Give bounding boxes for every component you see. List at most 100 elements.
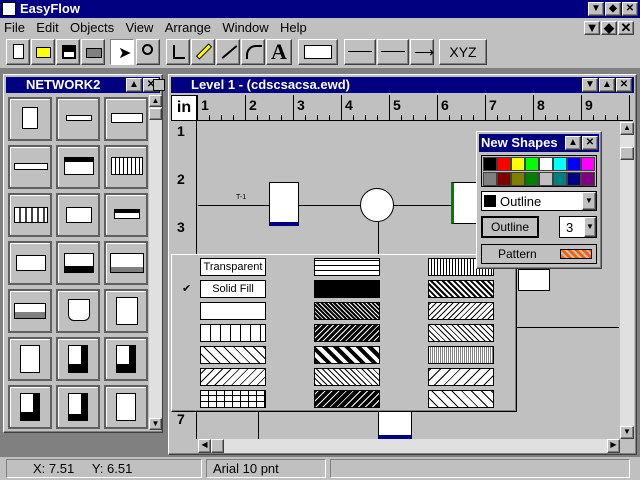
text-tool[interactable]: A bbox=[266, 39, 292, 65]
pattern-brick[interactable] bbox=[314, 258, 380, 276]
palette-shape[interactable] bbox=[56, 97, 100, 141]
pencil-tool[interactable] bbox=[191, 39, 215, 65]
color-swatch[interactable] bbox=[497, 172, 511, 186]
palette-shape[interactable] bbox=[104, 241, 148, 285]
connector-tool[interactable] bbox=[166, 39, 190, 65]
outline-select[interactable]: Outline ▼ bbox=[481, 191, 597, 211]
line-arrow-tool[interactable] bbox=[216, 39, 240, 65]
dropdown-arrow-icon[interactable]: ▼ bbox=[582, 192, 596, 210]
open-button[interactable] bbox=[31, 39, 55, 65]
restore-button[interactable]: ◆ bbox=[605, 2, 621, 16]
pattern-diagonal-fine[interactable] bbox=[200, 368, 266, 386]
xyz-button[interactable]: XYZ bbox=[439, 39, 487, 65]
color-swatch[interactable] bbox=[539, 157, 553, 171]
shape-box-button[interactable] bbox=[298, 39, 338, 65]
pointer-tool[interactable]: ➤ bbox=[110, 39, 134, 65]
canvas-box[interactable] bbox=[518, 269, 550, 291]
dropdown-arrow-icon[interactable]: ▼ bbox=[584, 217, 596, 237]
curve-tool[interactable] bbox=[241, 39, 265, 65]
vertical-scrollbar[interactable]: ▲ ▼ bbox=[620, 122, 634, 439]
scroll-up-button[interactable]: ▲ bbox=[620, 122, 634, 135]
color-swatch[interactable] bbox=[497, 157, 511, 171]
outline-button[interactable]: Outline bbox=[481, 216, 539, 238]
horizontal-scrollbar[interactable]: ◀ ▶ bbox=[198, 439, 620, 453]
menu-objects[interactable]: Objects bbox=[70, 20, 114, 35]
doc-restore-button[interactable]: ◆ bbox=[601, 21, 617, 35]
transparent-option[interactable]: Transparent bbox=[200, 258, 266, 276]
color-swatch[interactable] bbox=[525, 157, 539, 171]
palette-shape[interactable] bbox=[104, 337, 148, 381]
palette-shape[interactable] bbox=[104, 385, 148, 429]
line-style-button-1[interactable] bbox=[344, 39, 376, 65]
save-button[interactable] bbox=[56, 39, 80, 65]
palette-shape[interactable] bbox=[8, 241, 52, 285]
palette-scrollbar[interactable]: ▲ ▼ bbox=[149, 95, 162, 430]
ellipse-node[interactable] bbox=[360, 188, 394, 222]
palette-shape[interactable] bbox=[56, 145, 100, 189]
menu-edit[interactable]: Edit bbox=[36, 20, 58, 35]
pattern-black-diag[interactable] bbox=[314, 390, 380, 408]
line-style-button-2[interactable] bbox=[377, 39, 409, 65]
palette-shape[interactable] bbox=[56, 337, 100, 381]
color-swatch[interactable] bbox=[539, 172, 553, 186]
pattern-dark-diag[interactable] bbox=[314, 324, 380, 342]
network-maximize-button[interactable]: ▲ bbox=[126, 78, 142, 92]
palette-shape[interactable] bbox=[56, 241, 100, 285]
pattern-checker[interactable] bbox=[314, 346, 380, 364]
palette-shape[interactable] bbox=[104, 145, 148, 189]
palette-shape[interactable] bbox=[56, 193, 100, 237]
pattern-wave[interactable] bbox=[428, 280, 494, 298]
scroll-down-button[interactable]: ▼ bbox=[620, 426, 634, 439]
palette-shape[interactable] bbox=[56, 289, 100, 333]
palette-shape[interactable] bbox=[8, 145, 52, 189]
print-button[interactable] bbox=[81, 39, 105, 65]
new-shapes-maximize-button[interactable]: ▲ bbox=[565, 136, 581, 150]
window-menu-icon[interactable] bbox=[153, 79, 165, 91]
scroll-right-button[interactable]: ▶ bbox=[607, 439, 620, 453]
pattern-diagonal[interactable] bbox=[200, 346, 266, 364]
device-node[interactable] bbox=[378, 410, 412, 439]
scroll-thumb[interactable] bbox=[620, 147, 634, 160]
scroll-down-button[interactable]: ▼ bbox=[149, 418, 162, 430]
palette-shape[interactable] bbox=[8, 193, 52, 237]
pattern-vertical[interactable] bbox=[200, 324, 266, 342]
new-shapes-close-button[interactable]: ✕ bbox=[582, 136, 598, 150]
new-button[interactable] bbox=[6, 39, 30, 65]
scroll-left-button[interactable]: ◀ bbox=[198, 439, 211, 453]
minimize-button[interactable]: ▼ bbox=[588, 2, 604, 16]
color-swatch[interactable] bbox=[553, 157, 567, 171]
pattern-solid[interactable] bbox=[314, 280, 380, 298]
device-node[interactable] bbox=[269, 182, 299, 226]
doc-minimize-button[interactable]: ▼ bbox=[584, 21, 600, 35]
app-menu-icon[interactable] bbox=[2, 2, 16, 16]
color-swatch[interactable] bbox=[567, 157, 581, 171]
menu-file[interactable]: File bbox=[4, 20, 25, 35]
outline-width-select[interactable]: 3 ▼ bbox=[559, 216, 597, 238]
color-swatch[interactable] bbox=[483, 172, 497, 186]
palette-shape[interactable] bbox=[8, 289, 52, 333]
palette-shape[interactable] bbox=[104, 97, 148, 141]
color-swatch[interactable] bbox=[553, 172, 567, 186]
pattern-grid[interactable] bbox=[200, 390, 266, 408]
palette-shape[interactable] bbox=[8, 385, 52, 429]
doc-close-button[interactable]: ✕ bbox=[618, 21, 634, 35]
scroll-thumb[interactable] bbox=[211, 439, 224, 453]
zoom-tool[interactable] bbox=[136, 39, 160, 65]
pattern-light-zigzag[interactable] bbox=[428, 390, 494, 408]
pattern-blank[interactable] bbox=[200, 302, 266, 320]
color-swatch[interactable] bbox=[567, 172, 581, 186]
close-button[interactable]: ✕ bbox=[622, 2, 638, 16]
pattern-light-wave[interactable] bbox=[428, 368, 494, 386]
palette-shape[interactable] bbox=[8, 97, 52, 141]
pattern-crosshatch[interactable] bbox=[314, 368, 380, 386]
pattern-stars[interactable] bbox=[428, 324, 494, 342]
document-maximize-button[interactable]: ▲ bbox=[599, 78, 615, 92]
color-swatch[interactable] bbox=[581, 157, 595, 171]
menu-help[interactable]: Help bbox=[280, 20, 307, 35]
solid-fill-option[interactable]: Solid Fill bbox=[200, 280, 266, 298]
menu-arrange[interactable]: Arrange bbox=[165, 20, 211, 35]
pattern-dense[interactable] bbox=[314, 302, 380, 320]
menu-view[interactable]: View bbox=[125, 20, 153, 35]
scroll-thumb[interactable] bbox=[149, 108, 162, 120]
file-server-node[interactable] bbox=[451, 182, 479, 224]
